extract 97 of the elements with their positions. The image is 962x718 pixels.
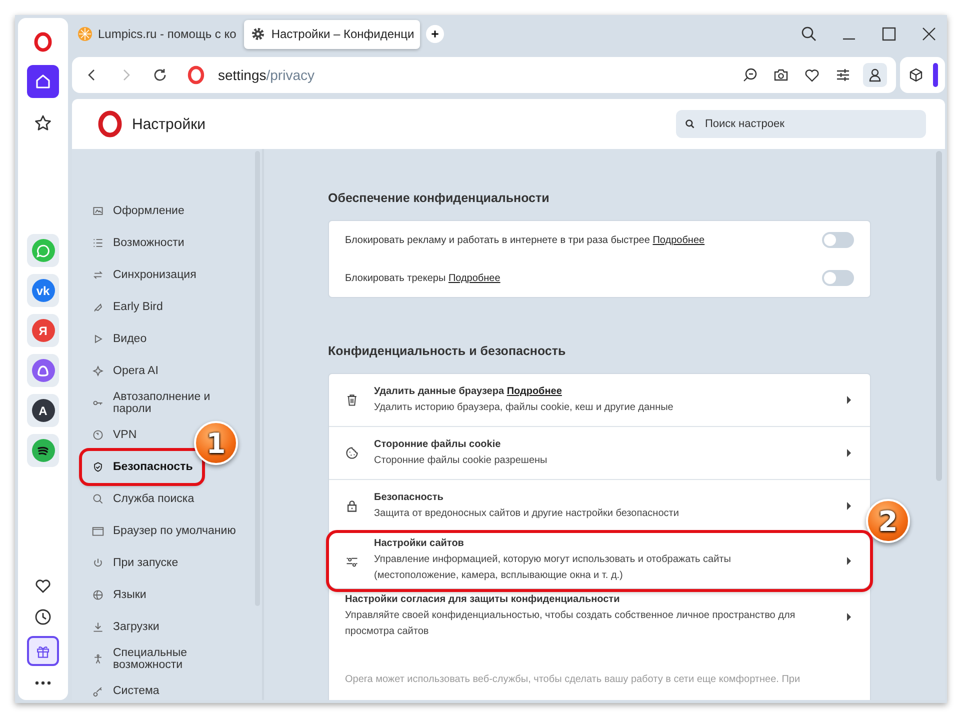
browser-tab[interactable]: Настройки – Конфиденци — [244, 20, 420, 48]
settings-title: Настройки — [132, 116, 206, 132]
reload-icon[interactable] — [152, 67, 168, 83]
settings-icon[interactable] — [835, 67, 851, 83]
more-icon[interactable] — [33, 680, 53, 686]
new-tab-button[interactable] — [426, 25, 444, 43]
browser-window-icon — [92, 525, 104, 537]
home-button[interactable] — [27, 65, 59, 98]
setting-text: Блокировать рекламу и работать в интернете в три раза быстрее Подробнее — [345, 234, 706, 246]
sidebar-app-button[interactable]: vk — [27, 274, 59, 307]
search-icon — [92, 493, 104, 505]
row-description: Управление информацией, которую могут использовать и отображать сайты (местоположение, камера, всплывающие окна и т. д.) — [374, 553, 732, 583]
close-icon[interactable] — [921, 26, 937, 42]
more-link[interactable]: Подробнее — [506, 386, 562, 396]
person-icon — [867, 67, 883, 83]
more-link[interactable]: Подробнее — [448, 272, 500, 284]
settings-nav-item[interactable]: Early Bird — [82, 291, 169, 323]
chevron-right-icon — [846, 502, 852, 510]
toggle-switch[interactable] — [822, 270, 854, 286]
row-description: Управляйте своей конфиденциальностью, чтобы создать собственное личное пространство для просмотра сайтов — [345, 609, 796, 639]
search-icon[interactable] — [801, 26, 817, 42]
gear-icon — [250, 26, 266, 42]
globe-icon — [92, 589, 104, 601]
section-title: Конфиденциальность и безопасность — [328, 344, 567, 358]
picture-icon — [92, 205, 104, 217]
cookie-icon — [345, 446, 359, 460]
list-icon — [92, 237, 104, 249]
sidebar-app-button[interactable]: A — [27, 394, 59, 427]
browser-logo-icon — [96, 110, 124, 138]
settings-nav-item[interactable]: Автозаполнение и пароли — [82, 387, 254, 419]
row-description: Сторонние файлы cookie разрешены — [374, 454, 548, 468]
search-field[interactable]: Поиск настроек — [676, 110, 926, 138]
more-link[interactable]: Подробнее — [652, 234, 705, 246]
chevron-right-icon — [846, 612, 852, 620]
row-title: Удалить данные браузера Подробнее — [374, 384, 563, 398]
info-note: Opera может использовать веб-службы, чтобы сделать вашу работу в сети еще комфортнее. При — [345, 674, 802, 687]
gift-button[interactable] — [27, 636, 59, 666]
browser-logo-icon — [186, 65, 206, 85]
clock-icon[interactable] — [33, 607, 53, 627]
zoom-out-icon[interactable] — [742, 67, 758, 83]
chevron-right-icon — [846, 396, 852, 404]
settings-nav-item[interactable]: Браузер по умолчанию — [82, 515, 242, 547]
settings-nav-item[interactable]: При запуске — [82, 547, 184, 579]
sidebar-app-button[interactable] — [27, 434, 59, 467]
row-title: Настройки сайтов — [374, 537, 465, 551]
settings-row[interactable]: Удалить данные браузера Подробнее Удалить историю браузера, файлы cookie, кеш и другие данные — [329, 374, 870, 427]
search-icon — [685, 119, 695, 129]
sparkle-icon — [92, 365, 104, 377]
row-description: Защита от вредоносных сайтов и другие настройки безопасности — [374, 506, 680, 520]
profile-button[interactable] — [863, 63, 887, 87]
power-icon — [92, 557, 104, 569]
toggle-switch[interactable] — [822, 232, 854, 248]
globe-icon — [92, 429, 104, 441]
heart-icon[interactable] — [804, 67, 820, 83]
row-title: Безопасность — [374, 490, 444, 504]
settings-nav-item[interactable]: Синхронизация — [82, 259, 202, 291]
person-icon — [92, 653, 104, 665]
plus-icon — [430, 29, 440, 39]
chevron-right-icon — [846, 556, 852, 564]
star-icon[interactable] — [33, 113, 53, 133]
step-number-badge: 2 — [866, 499, 910, 543]
play-icon — [92, 333, 104, 345]
settings-nav-item[interactable]: Видео — [82, 323, 153, 355]
shield-icon — [92, 461, 104, 473]
row-title: Настройки согласия для защиты конфиденциальности — [345, 593, 621, 607]
lock-icon — [345, 499, 359, 513]
sidebar-app-button[interactable]: Я — [27, 314, 59, 347]
settings-nav-item[interactable]: Специальные возможности — [82, 643, 254, 675]
row-title: Сторонние файлы cookie — [374, 438, 502, 452]
settings-nav-item[interactable]: Служба поиска — [82, 483, 200, 515]
sidebar-toggle-bar[interactable] — [933, 63, 938, 87]
step-number-badge: 1 — [194, 421, 238, 465]
trash-icon — [345, 393, 359, 407]
section-title: Обеспечение конфиденциальности — [328, 191, 550, 205]
maximize-icon[interactable] — [881, 26, 897, 42]
settings-row[interactable]: Настройки сайтов Управление информацией, которую могут использовать и отображать сайты (местоположение, камера, всплывающие окна и т. д.) — [329, 533, 870, 589]
camera-icon[interactable] — [773, 67, 789, 83]
address-bar[interactable]: settings/privacy — [72, 57, 896, 93]
settings-nav-item[interactable]: Opera AI — [82, 355, 164, 387]
settings-nav-item[interactable]: Загрузки — [82, 611, 166, 643]
cube-icon[interactable] — [908, 67, 924, 83]
settings-nav-item[interactable]: Система — [82, 675, 166, 700]
browser-logo-icon[interactable] — [33, 32, 53, 52]
sync-arrows-icon — [92, 269, 104, 281]
fruit-slice-icon — [77, 26, 93, 42]
row-description: Удалить историю браузера, файлы cookie, кеш и другие данные — [374, 400, 674, 414]
settings-nav-item[interactable]: Языки — [82, 579, 152, 611]
download-icon — [92, 621, 104, 633]
settings-nav-item[interactable]: Возможности — [82, 227, 190, 259]
settings-row[interactable]: Настройки согласия для защиты конфиденциальности Управляйте своей конфиденциальностью, чтобы создать собственное личное пространство для просмотра сайтов — [329, 589, 870, 644]
settings-row[interactable]: Сторонние файлы cookie Сторонние файлы cookie разрешены — [329, 427, 870, 480]
browser-tab[interactable]: Lumpics.ru - помощь с ко — [75, 20, 240, 48]
settings-nav-item[interactable]: Оформление — [82, 195, 190, 227]
url-text[interactable]: settings/privacy — [218, 67, 314, 83]
setting-text: Блокировать трекеры Подробнее — [345, 272, 502, 284]
chevron-right-icon — [846, 449, 852, 457]
settings-nav-item[interactable]: VPN — [82, 419, 143, 451]
